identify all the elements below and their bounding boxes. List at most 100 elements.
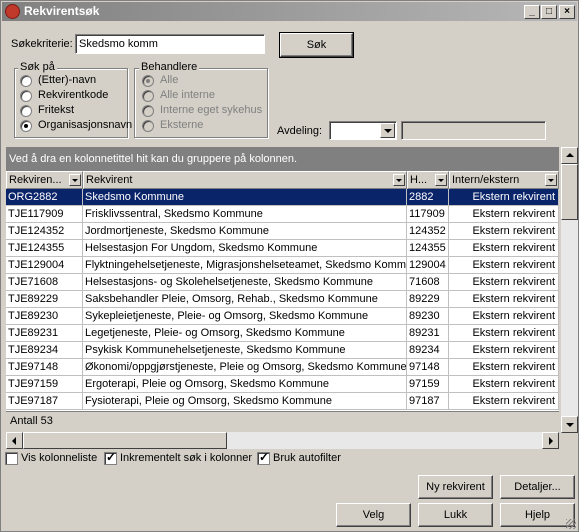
table-cell: TJE129004 [6,257,83,274]
handlers-title: Behandlere [139,61,200,73]
table-cell: Skedsmo Kommune [83,189,407,206]
column-header-name[interactable]: Rekvirent [83,171,407,189]
table-row[interactable]: TJE71608 Helsestasjons- og Skolehelsetjen… [6,274,559,291]
column-header-intern-ekstern[interactable]: Intern/ekstern [449,171,559,189]
column-header-h[interactable]: H... [407,171,449,189]
table-cell: Ergoterapi, Pleie og Omsorg, Skedsmo Kom… [83,376,407,393]
table-cell: 89231 [407,325,449,342]
close-button[interactable]: Lukk [418,503,493,527]
incremental-search-checkbox[interactable] [104,450,117,465]
table-cell: 129004 [407,257,449,274]
vertical-scroll-thumb[interactable] [561,164,578,220]
horizontal-scroll-thumb[interactable] [23,432,227,449]
filter-dropdown-icon[interactable] [435,174,447,186]
search-on-radio[interactable] [20,75,32,87]
resize-grip-icon[interactable] [566,519,576,529]
handlers-radio [142,105,154,117]
table-cell: Jordmortjeneste, Skedsmo Kommune [83,223,407,240]
table-row[interactable]: TJE124355 Helsestasjon For Ungdom, Skedsm… [6,240,559,257]
table-row[interactable]: TJE97159 Ergoterapi, Pleie og Omsorg, Ske… [6,376,559,393]
table-row[interactable]: TJE97148 Økonomi/oppgjørstjeneste, Pleie … [6,359,559,376]
table-cell: Flyktningehelsetjeneste, Migrasjonshelse… [83,257,407,274]
search-criteria-label: Søkekriterie: [11,38,73,50]
maximize-button[interactable]: □ [541,5,557,19]
department-label: Avdeling: [277,125,323,137]
table-cell: TJE117909 [6,206,83,223]
table-cell: TJE71608 [6,274,83,291]
table-cell: Ekstern rekvirent [449,274,559,291]
table-cell: Ekstern rekvirent [449,189,559,206]
search-on-radio[interactable] [20,105,32,117]
table-cell: Legetjeneste, Pleie- og Omsorg, Skedsmo … [83,325,407,342]
table-cell: Ekstern rekvirent [449,325,559,342]
chevron-down-icon[interactable] [380,123,395,138]
select-button[interactable]: Velg [336,503,411,527]
column-header-label: Rekvirent [86,174,133,186]
table-cell: 2882 [407,189,449,206]
table-cell: TJE124352 [6,223,83,240]
table-cell: TJE89229 [6,291,83,308]
autofilter-checkbox[interactable] [257,450,270,465]
table-cell: Ekstern rekvirent [449,308,559,325]
filter-dropdown-icon[interactable] [545,174,557,186]
table-row[interactable]: ORG2882 Skedsmo Kommune 2882 Ekstern rekvir… [6,189,559,206]
search-on-label: Organisasjonsnavn [38,119,133,131]
grid-header: Rekviren... Rekvirent H... Intern/ekster… [6,171,559,189]
handlers-radio [142,120,154,132]
column-header-label: Rekviren... [9,174,62,186]
scroll-down-icon[interactable] [561,416,578,433]
filter-dropdown-icon[interactable] [69,174,81,186]
requester-search-window: Rekvirentsøk _ □ × Søkekriterie: Søk Søk… [0,0,579,532]
table-cell: Helsestasjon For Ungdom, Skedsmo Kommune [83,240,407,257]
column-header-code[interactable]: Rekviren... [6,171,83,189]
scroll-right-icon[interactable] [542,432,559,449]
table-row[interactable]: TJE89229 Saksbehandler Pleie, Omsorg, Reh… [6,291,559,308]
table-cell: Ekstern rekvirent [449,257,559,274]
details-button[interactable]: Detaljer... [500,475,575,499]
table-cell: Frisklivssentral, Skedsmo Kommune [83,206,407,223]
table-cell: 89229 [407,291,449,308]
table-cell: 124355 [407,240,449,257]
table-row[interactable]: TJE89230 Sykepleietjeneste, Pleie- og Oms… [6,308,559,325]
title-bar[interactable]: Rekvirentsøk _ □ × [2,2,577,21]
minimize-button[interactable]: _ [524,5,540,19]
column-header-label: H... [410,174,428,186]
table-cell: TJE89231 [6,325,83,342]
table-row[interactable]: TJE89231 Legetjeneste, Pleie- og Omsorg, … [6,325,559,342]
scroll-left-icon[interactable] [6,432,23,449]
table-row[interactable]: TJE89234 Psykisk Kommunehelsetjeneste, Sk… [6,342,559,359]
table-row[interactable]: TJE129004 Flyktningehelsetjeneste, Migras… [6,257,559,274]
show-column-list-checkbox[interactable] [5,452,18,465]
department-combo[interactable] [329,121,397,140]
group-by-panel[interactable]: Ved å dra en kolonnetittel hit kan du gr… [6,147,559,171]
vertical-scrollbar[interactable] [561,147,578,433]
search-button[interactable]: Søk [279,32,354,58]
table-row[interactable]: TJE124352 Jordmortjeneste, Skedsmo Kommun… [6,223,559,240]
horizontal-scrollbar[interactable] [6,432,559,449]
search-on-radio[interactable] [20,120,32,132]
table-cell: TJE97187 [6,393,83,410]
table-cell: Ekstern rekvirent [449,240,559,257]
table-row[interactable]: TJE97187 Fysioterapi, Pleie og Omsorg, Sk… [6,393,559,410]
table-cell: Ekstern rekvirent [449,206,559,223]
search-on-label: Fritekst [38,104,75,116]
search-on-label: (Etter)-navn [38,74,97,86]
search-criteria-input[interactable] [75,34,265,54]
new-requester-button[interactable]: Ny rekvirent [418,475,493,499]
table-cell: TJE97148 [6,359,83,376]
handlers-radio [142,90,154,102]
help-button[interactable]: Hjelp [500,503,575,527]
app-icon [5,4,20,19]
table-cell: TJE97159 [6,376,83,393]
table-cell: Ekstern rekvirent [449,223,559,240]
table-cell: 97159 [407,376,449,393]
table-cell: Ekstern rekvirent [449,393,559,410]
filter-dropdown-icon[interactable] [393,174,405,186]
close-window-button[interactable]: × [559,5,575,19]
table-row[interactable]: TJE117909 Frisklivssentral, Skedsmo Kommu… [6,206,559,223]
grid-footer: Antall 53 [6,411,559,431]
search-on-radio[interactable] [20,90,32,102]
requester-grid[interactable]: Rekviren... Rekvirent H... Intern/ekster… [6,171,559,411]
handlers-radio [142,75,154,87]
scroll-up-icon[interactable] [561,147,578,164]
